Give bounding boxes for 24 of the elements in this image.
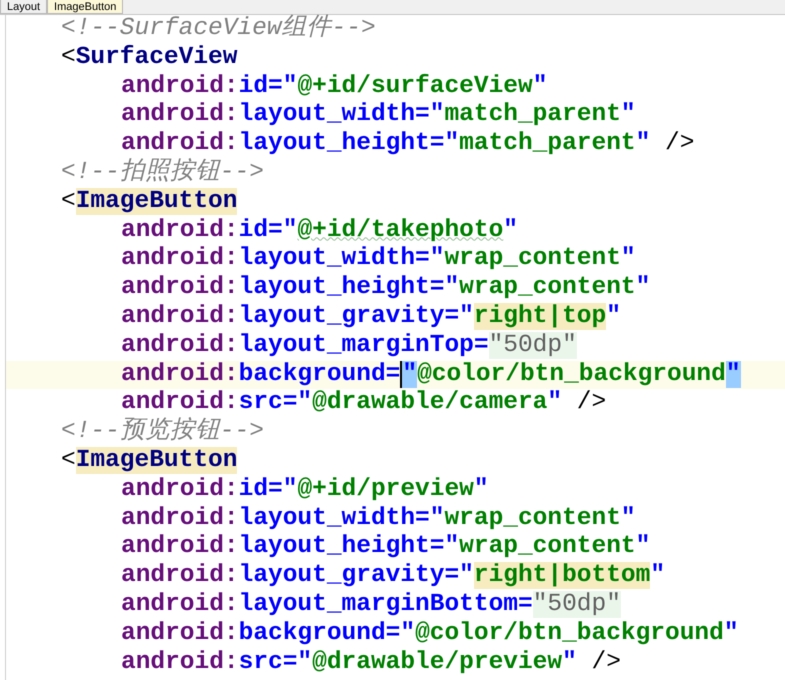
code-line: android:src="@drawable/camera" /> (120, 389, 608, 417)
code-line: android:id="@+id/surfaceView" (120, 72, 548, 102)
code-line: android:layout_width="wrap_content" (120, 245, 637, 274)
code-line: android:id="@+id/takephoto" (120, 216, 519, 246)
code-line: android:background="@color/btn_background" (120, 620, 740, 649)
code-line: android:id="@+id/preview" (120, 476, 490, 505)
code-comment: <!--预览按钮--> (60, 418, 265, 447)
code-line: android:src="@drawable/preview" /> (120, 648, 622, 678)
code-line: android:layout_marginBottom="50dp" (120, 590, 622, 620)
code-line: android:layout_width="wrap_content" (120, 504, 637, 534)
code-line: android:layout_width="match_parent" (120, 101, 637, 130)
code-line: android:layout_gravity="right|top" (120, 302, 622, 332)
code-line: android:layout_height="match_parent" /> (120, 130, 696, 158)
code-line: <SurfaceView (60, 44, 238, 73)
code-line: android:layout_height="wrap_content" (120, 274, 652, 303)
code-line: <ImageButton (60, 446, 238, 476)
code-line: android:layout_marginTop="50dp" (120, 332, 578, 361)
code-comment: <!--拍照按钮--> (60, 158, 265, 188)
code-line: android:layout_gravity="right|bottom" (120, 562, 666, 591)
code-comment: <!--SurfaceView组件--> (60, 15, 377, 44)
code-line: android:layout_height="wrap_content" (120, 533, 652, 562)
breadcrumb-item[interactable]: ImageButton (47, 0, 124, 14)
code-line: <ImageButton (60, 188, 238, 217)
breadcrumb-item[interactable]: Layout (0, 0, 48, 14)
